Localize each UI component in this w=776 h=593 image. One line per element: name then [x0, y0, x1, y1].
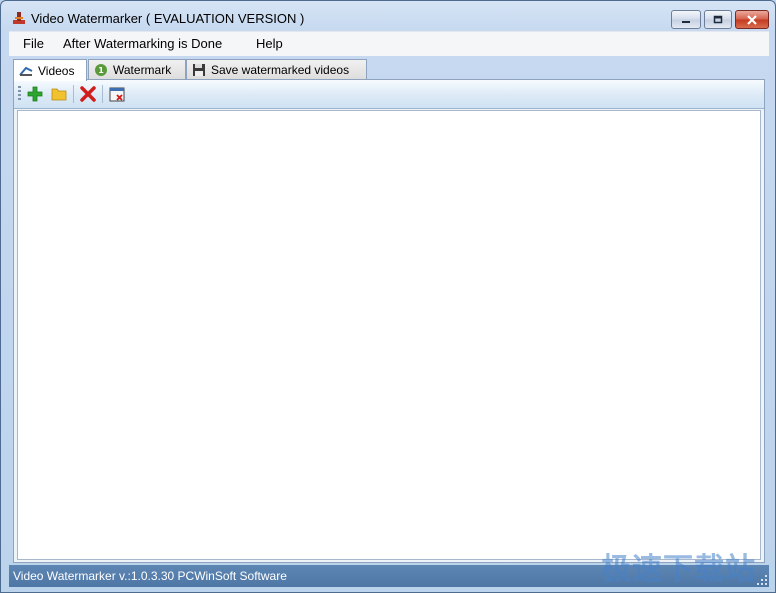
video-list[interactable]: [17, 110, 761, 560]
tab-save-label: Save watermarked videos: [211, 63, 350, 77]
videos-panel: [13, 79, 765, 563]
close-icon: [747, 14, 757, 25]
status-text: Video Watermarker v.:1.0.3.30 PCWinSoft …: [13, 569, 287, 583]
title-bar[interactable]: Video Watermarker ( EVALUATION VERSION ): [1, 1, 775, 31]
minimize-icon: [682, 20, 690, 23]
site-watermark: 极速下载站: [601, 552, 756, 587]
app-icon: [12, 11, 26, 25]
menu-file[interactable]: File: [23, 36, 44, 51]
toolbar-separator: [102, 85, 103, 103]
resize-grip-icon[interactable]: [757, 575, 767, 585]
clear-list-icon: [109, 87, 125, 101]
maximize-button[interactable]: [704, 10, 732, 29]
minimize-button[interactable]: [671, 10, 701, 29]
tab-strip: Videos 1 Watermark Save watermarked vide…: [13, 59, 773, 81]
tab-videos[interactable]: Videos: [13, 59, 87, 81]
toolbar-separator: [73, 85, 74, 103]
toolbar-grip[interactable]: [18, 86, 21, 102]
video-icon: [19, 65, 33, 77]
remove-video-button[interactable]: [79, 85, 97, 103]
tab-watermark-label: Watermark: [113, 63, 172, 77]
remove-icon: [80, 86, 96, 102]
watermark-badge-icon: 1: [94, 63, 108, 77]
window-title: Video Watermarker ( EVALUATION VERSION ): [31, 11, 305, 26]
add-folder-button[interactable]: [50, 85, 68, 103]
tab-watermark[interactable]: 1 Watermark: [88, 59, 186, 80]
tab-videos-label: Videos: [38, 63, 75, 78]
app-window: Video Watermarker ( EVALUATION VERSION )…: [0, 0, 776, 593]
folder-icon: [51, 88, 67, 101]
add-icon: [27, 86, 43, 102]
add-video-button[interactable]: [26, 85, 44, 103]
floppy-disk-icon: [192, 63, 206, 77]
menu-after-watermarking[interactable]: After Watermarking is Done: [63, 36, 222, 51]
tab-save-watermarked[interactable]: Save watermarked videos: [186, 59, 367, 80]
restore-icon: [713, 15, 723, 24]
menu-bar: File After Watermarking is Done Help: [9, 31, 769, 56]
toolbar: [14, 80, 764, 109]
close-button[interactable]: [735, 10, 769, 29]
clear-list-button[interactable]: [108, 85, 126, 103]
svg-text:1: 1: [98, 66, 104, 75]
menu-help[interactable]: Help: [256, 36, 283, 51]
